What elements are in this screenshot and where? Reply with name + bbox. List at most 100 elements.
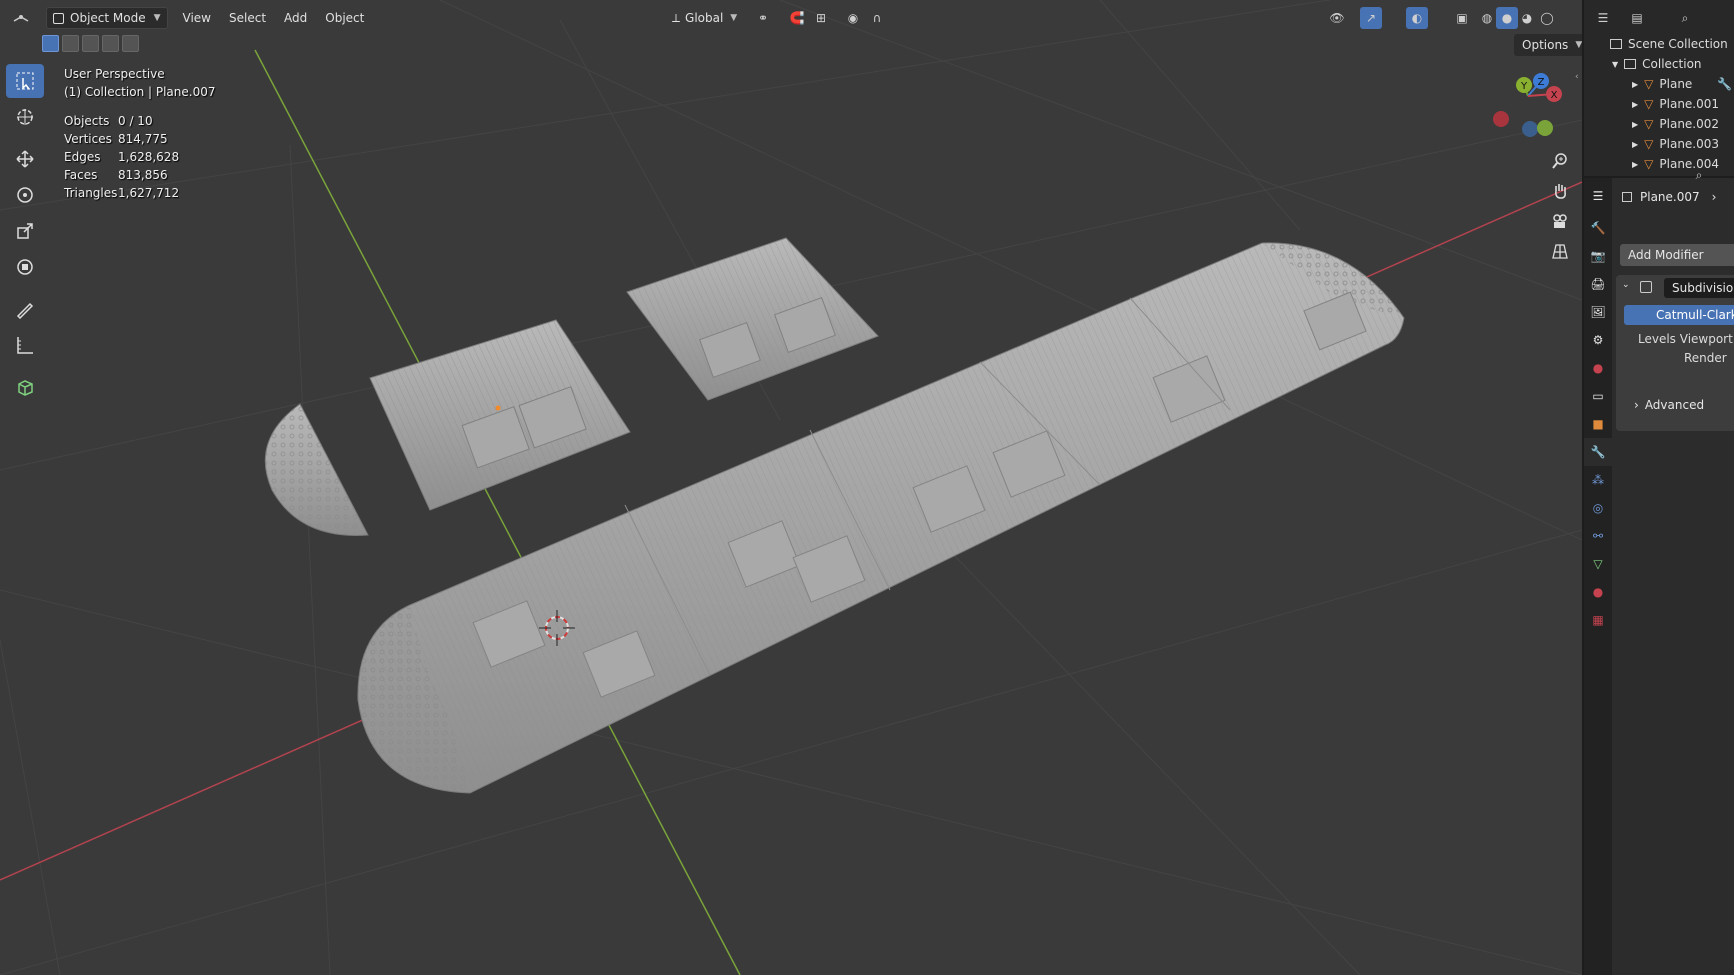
constraints-tab-icon[interactable]: ⚯ <box>1584 522 1612 550</box>
search-icon[interactable]: ⌕ <box>1674 7 1696 29</box>
chevron-right-icon[interactable]: ▶ <box>1632 80 1638 89</box>
measure-tool[interactable] <box>6 328 44 362</box>
navigation-gizmo[interactable]: Y Z X <box>1484 70 1564 150</box>
wrench-icon[interactable]: 🔧 <box>1717 77 1732 91</box>
stat-row: Objects 0 / 10 <box>64 112 215 130</box>
solid-shading-icon[interactable]: ● <box>1496 7 1518 29</box>
chevron-down-icon[interactable]: ⌄ <box>1622 280 1630 290</box>
chevron-right-icon[interactable]: ▶ <box>1632 160 1638 169</box>
stat-value: 814,775 <box>118 132 168 146</box>
particles-tab-icon[interactable]: ⁂ <box>1584 466 1612 494</box>
outliner-item-plane-002[interactable]: ▶ ▽ Plane.002 <box>1584 114 1734 134</box>
rendered-shading-icon[interactable]: ◯ <box>1536 7 1558 29</box>
outliner-collection[interactable]: ▼ Collection <box>1584 54 1734 74</box>
menu-add[interactable]: Add <box>275 7 316 29</box>
add-modifier-button[interactable]: Add Modifier <box>1620 244 1734 266</box>
wireframe-shading-icon[interactable]: ◍ <box>1476 7 1498 29</box>
3d-viewport[interactable]: Object Mode ▼ View Select Add Object ⟂ G… <box>0 0 1582 975</box>
zoom-icon[interactable] <box>1546 147 1574 175</box>
select-box-tool[interactable] <box>6 64 44 98</box>
catmull-clark-button[interactable]: Catmull-Clark <box>1624 305 1734 325</box>
collection-tab-icon[interactable]: ▭ <box>1584 382 1612 410</box>
stat-row: Edges 1,628,628 <box>64 148 215 166</box>
outliner-item-plane-004[interactable]: ▶ ▽ Plane.004 <box>1584 154 1734 174</box>
scene-canvas[interactable] <box>0 0 1582 975</box>
outliner-item-plane-003[interactable]: ▶ ▽ Plane.003 <box>1584 134 1734 154</box>
select-new-icon[interactable] <box>42 35 59 52</box>
chevron-down-icon[interactable]: ▼ <box>1612 60 1618 69</box>
output-tab-icon[interactable]: 🖨 <box>1584 270 1612 298</box>
object-tab-icon[interactable]: ■ <box>1584 410 1612 438</box>
render-tab-icon[interactable]: 📷 <box>1584 242 1612 270</box>
editor-type-icon[interactable] <box>10 7 32 29</box>
advanced-subpanel[interactable]: › Advanced <box>1634 398 1704 412</box>
transform-tool[interactable] <box>6 250 44 284</box>
chevron-right-icon[interactable]: ▶ <box>1632 100 1638 109</box>
select-extend-icon[interactable] <box>62 35 79 52</box>
pan-hand-icon[interactable] <box>1546 177 1574 205</box>
tool-tab-icon[interactable]: 🔨 <box>1584 214 1612 242</box>
advanced-label: Advanced <box>1644 398 1705 412</box>
scale-icon <box>17 223 33 239</box>
render-levels-label: Render <box>1684 351 1727 365</box>
proportional-edit-icon[interactable]: ◉ <box>842 7 864 29</box>
options-dropdown[interactable]: Options ▼ <box>1514 34 1582 56</box>
pivot-point-icon[interactable]: ⚭ <box>752 7 774 29</box>
data-tab-icon[interactable]: ▽ <box>1584 550 1612 578</box>
select-invert-icon[interactable] <box>102 35 119 52</box>
mode-label: Object Mode <box>70 11 146 25</box>
collection-label: Collection <box>1642 57 1702 71</box>
stat-label: Objects <box>64 114 110 128</box>
xray-icon[interactable]: ▣ <box>1451 7 1473 29</box>
chevron-right-icon[interactable]: ▶ <box>1632 140 1638 149</box>
view-layer-tab-icon[interactable]: 🖼 <box>1584 298 1612 326</box>
search-icon[interactable]: ⌕ <box>1688 164 1710 186</box>
outliner-item-plane-001[interactable]: ▶ ▽ Plane.001 <box>1584 94 1734 114</box>
menu-view[interactable]: View <box>174 7 220 29</box>
cursor-icon <box>17 109 33 125</box>
tool-shelf <box>6 64 46 406</box>
perspective-toggle-icon[interactable] <box>1546 237 1574 265</box>
modifier-name-field[interactable]: Subdivision <box>1664 278 1734 298</box>
visibility-icon[interactable]: 👁 <box>1326 7 1348 29</box>
outliner-editor-icon[interactable]: ☰ <box>1592 7 1614 29</box>
stat-value: 813,856 <box>118 168 168 182</box>
falloff-icon[interactable]: ∩ <box>866 7 888 29</box>
camera-view-icon[interactable] <box>1546 207 1574 235</box>
annotate-tool[interactable] <box>6 292 44 326</box>
add-cube-tool[interactable] <box>6 370 44 404</box>
cursor-tool[interactable] <box>6 100 44 134</box>
menu-object[interactable]: Object <box>316 7 373 29</box>
sidebar-toggle-icon[interactable]: ‹ <box>1575 72 1582 84</box>
rotate-tool[interactable] <box>6 178 44 212</box>
menu-select[interactable]: Select <box>220 7 275 29</box>
material-tab-icon[interactable]: ● <box>1584 578 1612 606</box>
physics-tab-icon[interactable]: ◎ <box>1584 494 1612 522</box>
properties-editor-icon[interactable]: ☰ <box>1584 178 1612 214</box>
outliner-item-plane[interactable]: ▶ ▽ Plane 🔧 <box>1584 74 1734 94</box>
snap-icon[interactable]: 🧲 <box>786 7 808 29</box>
move-tool[interactable] <box>6 142 44 176</box>
display-mode-icon[interactable]: ▤ <box>1626 7 1648 29</box>
move-icon <box>16 150 34 168</box>
outliner-scene-collection[interactable]: Scene Collection <box>1584 34 1734 54</box>
chevron-right-icon[interactable]: ▶ <box>1632 120 1638 129</box>
modifier-tab-icon[interactable]: 🔧 <box>1584 438 1612 466</box>
texture-tab-icon[interactable]: ▦ <box>1584 606 1612 634</box>
world-tab-icon[interactable]: ● <box>1584 354 1612 382</box>
select-subtract-icon[interactable] <box>82 35 99 52</box>
scene-tab-icon[interactable]: ⚙ <box>1584 326 1612 354</box>
material-shading-icon[interactable]: ◕ <box>1516 7 1538 29</box>
subdivision-modifier-panel: ⌄ Subdivision Catmull-Clark Levels Viewp… <box>1616 275 1734 431</box>
stat-row: Faces 813,856 <box>64 166 215 184</box>
scale-tool[interactable] <box>6 214 44 248</box>
stat-row: Vertices 814,775 <box>64 130 215 148</box>
gizmo-toggle-icon[interactable]: ↗ <box>1360 7 1382 29</box>
snap-target-icon[interactable]: ⊞ <box>810 7 832 29</box>
options-label: Options <box>1522 38 1569 52</box>
overlays-icon[interactable]: ◐ <box>1406 7 1428 29</box>
object-mode-icon <box>53 12 64 24</box>
mode-dropdown[interactable]: Object Mode ▼ <box>46 7 168 29</box>
transform-orientation-dropdown[interactable]: ⟂ Global ▼ <box>666 7 743 29</box>
select-intersect-icon[interactable] <box>122 35 139 52</box>
